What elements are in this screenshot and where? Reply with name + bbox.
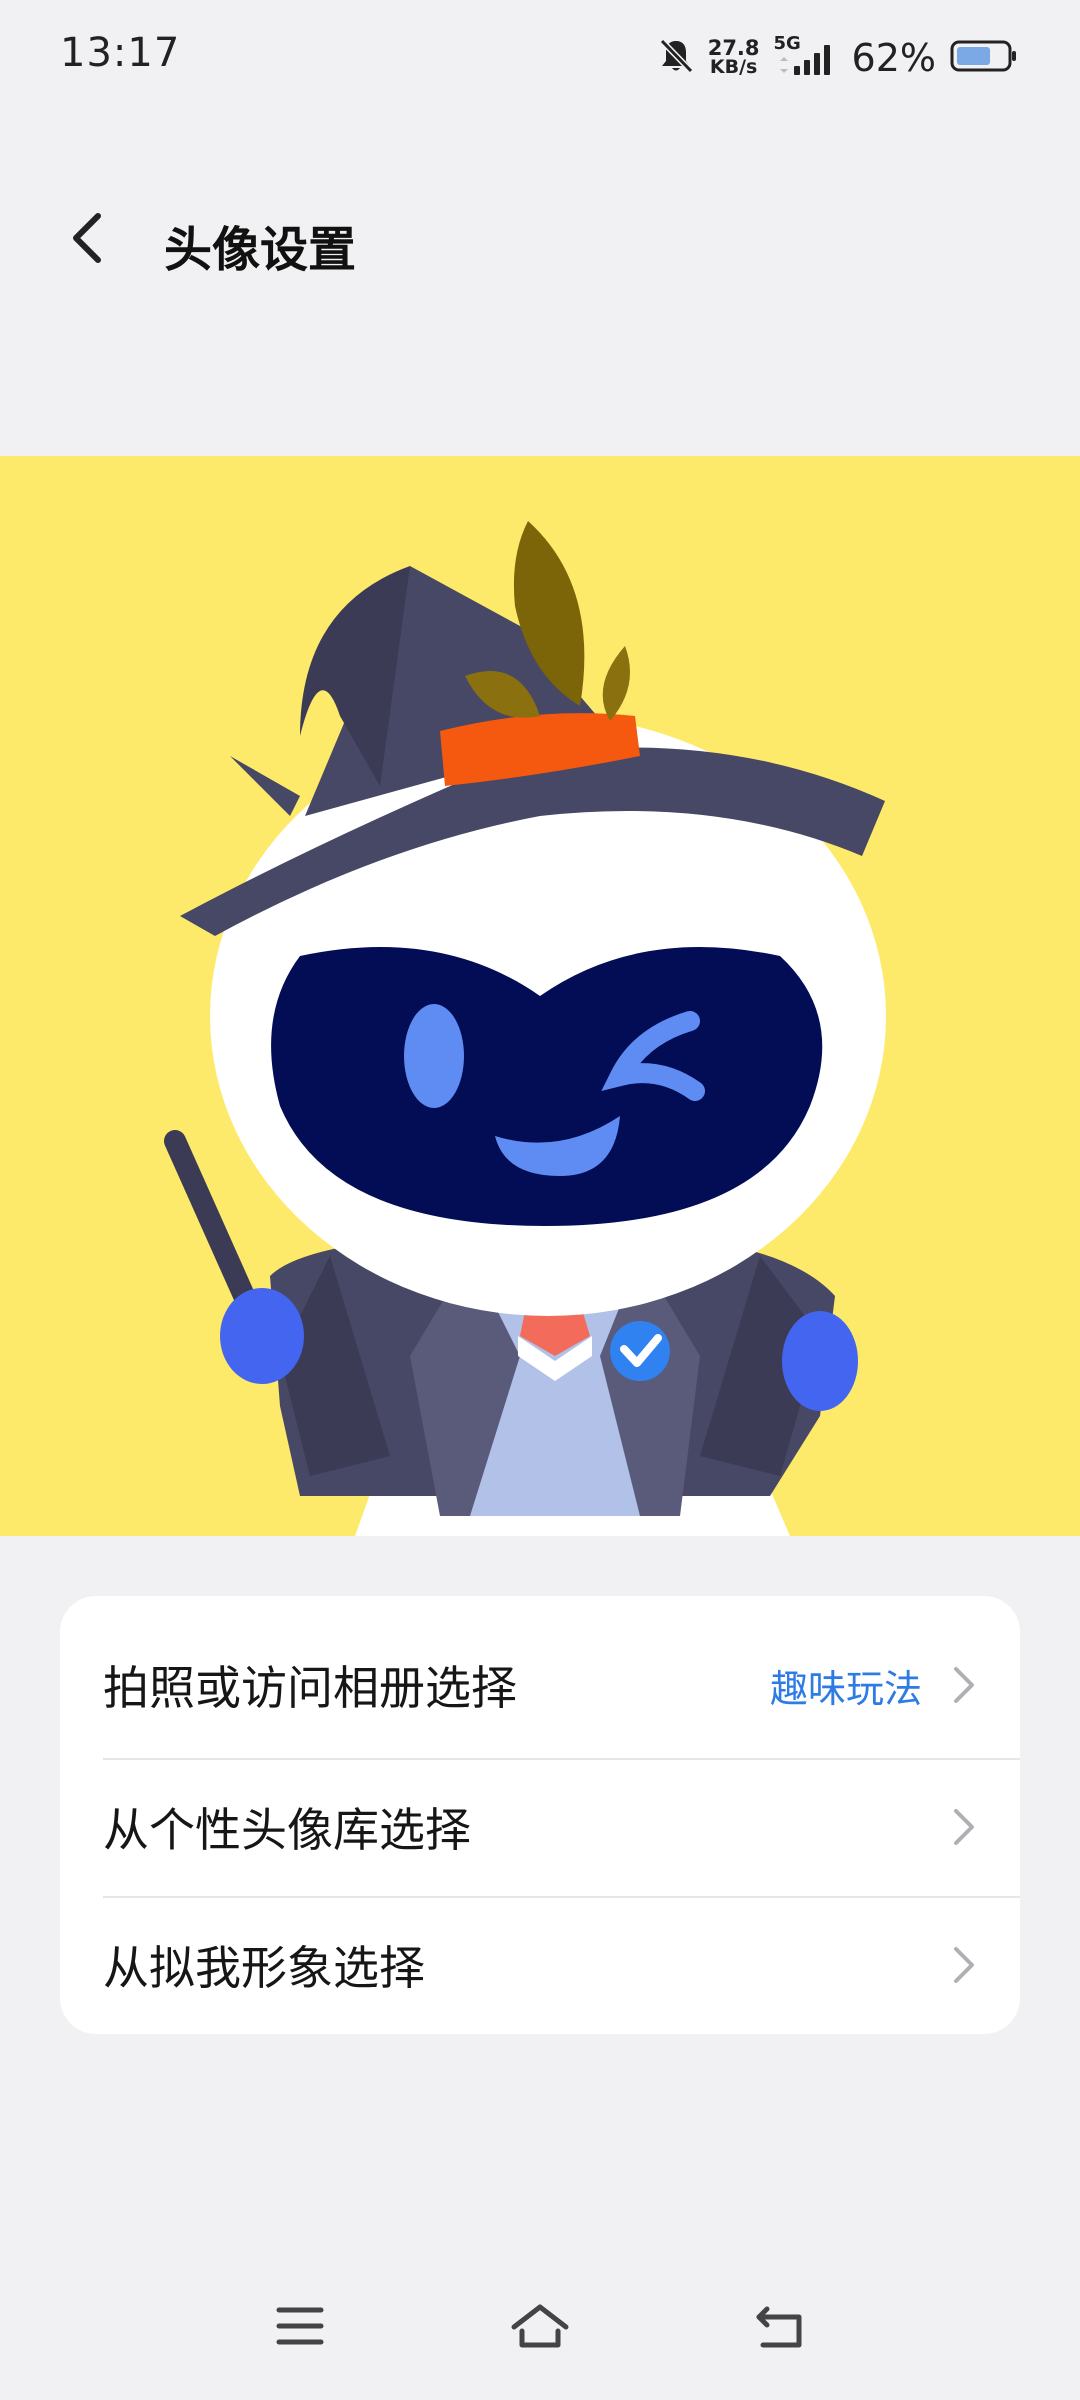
option-label: 拍照或访问相册选择 — [103, 1661, 517, 1715]
options-card: 拍照或访问相册选择 趣味玩法 从个性头像库选择 从拟我形象选择 — [60, 1596, 1020, 2034]
network-speed: 27.8 KB/s — [708, 38, 760, 78]
page-title: 头像设置 — [164, 222, 357, 278]
status-bar: 13:17 27.8 KB/s 5G 62% — [0, 0, 1080, 116]
avatar-preview — [0, 456, 1080, 1536]
status-icons: 27.8 KB/s 5G 62% — [658, 28, 1018, 88]
back-icon — [753, 2301, 807, 2355]
robot-mascot-illustration — [164, 521, 886, 1536]
battery-percent: 62% — [851, 36, 936, 80]
option-label: 从拟我形象选择 — [103, 1941, 425, 1995]
option-camera-album[interactable]: 拍照或访问相册选择 趣味玩法 — [60, 1596, 1020, 1758]
menu-button[interactable] — [260, 2288, 340, 2368]
menu-icon — [275, 2304, 325, 2352]
header: 头像设置 — [0, 180, 1080, 300]
option-avatar-library[interactable]: 从个性头像库选择 — [60, 1758, 1020, 1896]
network-speed-unit: KB/s — [709, 56, 758, 78]
status-time: 13:17 — [60, 30, 181, 76]
home-button[interactable] — [500, 2288, 580, 2368]
chevron-right-icon — [944, 1660, 984, 1710]
back-nav-button[interactable] — [740, 2288, 820, 2368]
battery-icon — [950, 39, 1018, 77]
option-memoji[interactable]: 从拟我形象选择 — [60, 1896, 1020, 2034]
signal-icon: 5G — [774, 33, 838, 83]
chevron-right-icon — [944, 1802, 984, 1852]
option-label: 从个性头像库选择 — [103, 1803, 471, 1857]
back-button[interactable] — [58, 206, 118, 274]
back-arrow-icon — [68, 210, 108, 270]
bell-muted-icon — [658, 37, 694, 79]
chevron-right-icon — [944, 1940, 984, 1990]
home-icon — [510, 2301, 570, 2355]
fun-play-link[interactable]: 趣味玩法 — [770, 1658, 922, 1713]
system-nav-bar — [0, 2270, 1080, 2400]
